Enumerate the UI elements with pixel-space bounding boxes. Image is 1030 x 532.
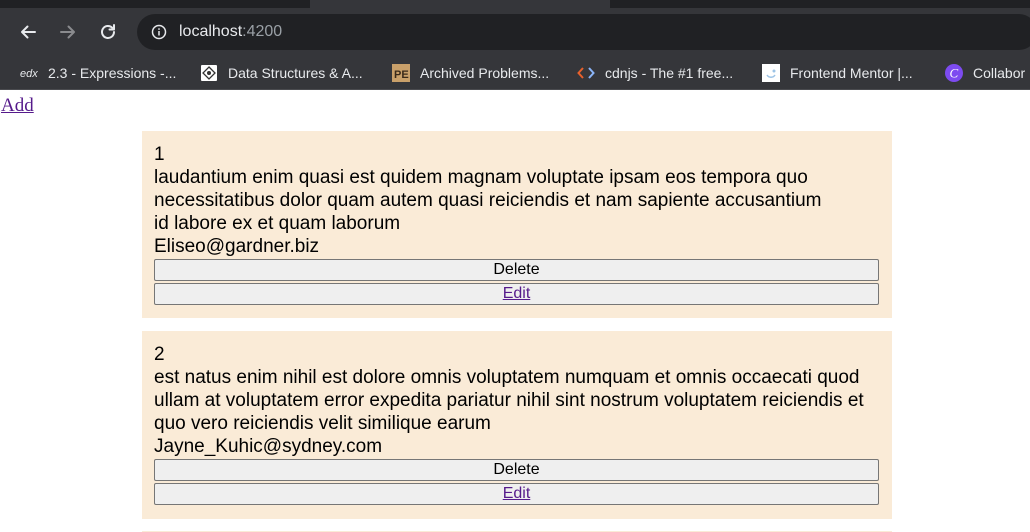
post-email: Jayne_Kuhic@sydney.com bbox=[154, 436, 383, 457]
forward-button[interactable] bbox=[54, 18, 82, 46]
bookmark-item[interactable]: PE Archived Problems... bbox=[392, 63, 549, 83]
delete-button[interactable]: Delete bbox=[154, 259, 879, 281]
bookmark-label: Archived Problems... bbox=[420, 65, 550, 81]
svg-text:C: C bbox=[950, 66, 959, 81]
forward-arrow-icon bbox=[60, 25, 75, 39]
bookmark-label: Collabor bbox=[973, 65, 1026, 81]
bookmark-item[interactable]: cdnjs - The #1 free... bbox=[577, 63, 733, 83]
post-card: 2 est natus enim nihil est dolore omnis … bbox=[142, 331, 892, 519]
book-icon bbox=[200, 64, 218, 82]
svg-text:edx: edx bbox=[20, 68, 38, 80]
edit-button[interactable]: Edit bbox=[154, 283, 879, 305]
tab-strip bbox=[0, 0, 1030, 8]
bookmarks-bar: edx 2.3 - Expressions -... Data Structur… bbox=[0, 56, 1030, 90]
url-host: localhost bbox=[179, 23, 243, 40]
code-brackets-icon bbox=[577, 64, 595, 82]
edit-button[interactable]: Edit bbox=[154, 483, 879, 505]
bookmark-label: 2.3 - Expressions -... bbox=[48, 65, 177, 81]
url-text[interactable]: localhost:4200 bbox=[179, 22, 282, 42]
bookmark-item[interactable]: Frontend Mentor |... bbox=[762, 63, 913, 83]
post-card: 1 laudantium enim quasi est quidem magna… bbox=[142, 131, 892, 318]
address-bar[interactable]: localhost:4200 bbox=[137, 14, 1030, 50]
delete-button[interactable]: Delete bbox=[154, 459, 879, 481]
edx-icon: edx bbox=[20, 64, 38, 82]
post-email: Eliseo@gardner.biz bbox=[154, 236, 320, 257]
back-arrow-icon bbox=[21, 25, 36, 39]
page-content: Add 1 laudantium enim quasi est quidem m… bbox=[0, 90, 1030, 532]
post-id: 1 bbox=[154, 144, 165, 165]
add-link[interactable]: Add bbox=[1, 95, 34, 117]
bookmark-item[interactable]: edx 2.3 - Expressions -... bbox=[20, 63, 176, 83]
svg-text:PE: PE bbox=[394, 69, 409, 81]
reload-button[interactable] bbox=[94, 18, 122, 46]
reload-icon bbox=[101, 24, 115, 39]
post-body: quo vero reiciendis velit similique earu… bbox=[154, 413, 491, 434]
post-body: id labore ex et quam laborum bbox=[154, 213, 401, 234]
bookmark-label: Frontend Mentor |... bbox=[790, 65, 913, 81]
info-icon[interactable] bbox=[151, 24, 167, 40]
project-euler-icon: PE bbox=[392, 64, 410, 82]
browser-toolbar: localhost:4200 bbox=[0, 8, 1030, 56]
bookmark-label: Data Structures & A... bbox=[228, 65, 363, 81]
post-id: 2 bbox=[154, 344, 165, 365]
post-title: est natus enim nihil est dolore omnis vo… bbox=[154, 367, 864, 411]
bookmark-item[interactable]: Data Structures & A... bbox=[200, 63, 363, 83]
back-button[interactable] bbox=[14, 18, 42, 46]
frontend-mentor-icon bbox=[762, 64, 780, 82]
canva-icon: C bbox=[945, 64, 963, 82]
bookmark-item[interactable]: C Collabor bbox=[945, 63, 1025, 83]
post-title: laudantium enim quasi est quidem magnam … bbox=[154, 167, 822, 211]
active-tab[interactable] bbox=[310, 0, 610, 8]
url-port: :4200 bbox=[242, 23, 283, 40]
bookmark-label: cdnjs - The #1 free... bbox=[605, 65, 734, 81]
